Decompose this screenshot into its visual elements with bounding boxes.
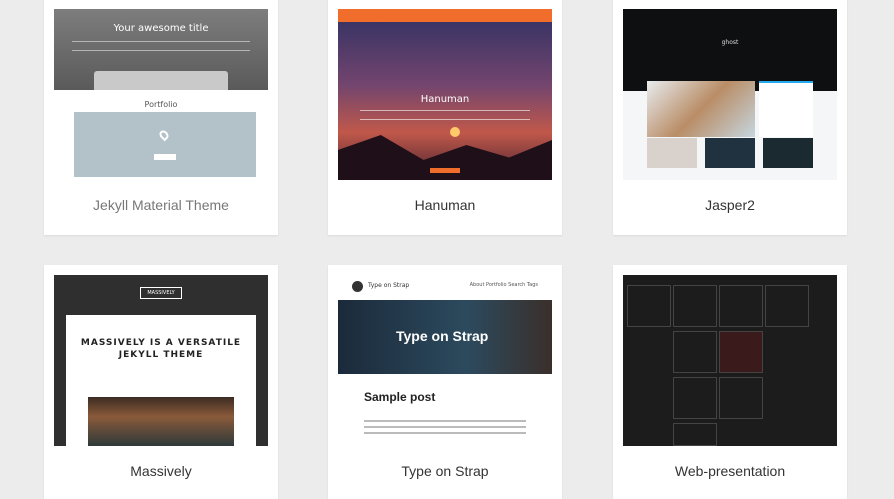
- preview-slide: [719, 377, 763, 419]
- preview-post-thumb: [763, 138, 813, 168]
- preview-forest-image: [88, 397, 234, 446]
- preview-navbar: [338, 9, 552, 22]
- preview-heading: MASSIVELY IS A VERSATILE JEKYLL THEME: [80, 338, 242, 360]
- theme-preview-image[interactable]: ghost: [623, 9, 837, 180]
- theme-preview-image[interactable]: Your awesome title Portfolio: [54, 9, 268, 180]
- preview-hero: Your awesome title: [54, 9, 268, 90]
- sun-shape: [450, 127, 460, 137]
- preview-banner-title: Type on Strap: [396, 328, 489, 344]
- preview-slide-grid: [623, 275, 837, 446]
- theme-preview-image[interactable]: Type on Strap About Portfolio Search Tag…: [338, 275, 552, 446]
- preview-title: Hanuman: [420, 94, 470, 105]
- preview-brand: Type on Strap: [368, 282, 410, 289]
- preview-landscape: Hanuman: [338, 22, 552, 180]
- preview-nav: About Portfolio Search Tags: [469, 282, 538, 288]
- map-pin-icon: [157, 128, 171, 142]
- preview-title: Your awesome title: [113, 23, 209, 34]
- preview-welcome-card: [759, 81, 813, 137]
- theme-name[interactable]: Jekyll Material Theme: [44, 197, 278, 213]
- preview-slide: [719, 331, 763, 373]
- triangle-logo-icon: [352, 281, 363, 292]
- preview-text-line: [364, 432, 526, 434]
- preview-project-box: [74, 112, 256, 177]
- preview-logo: MASSIVELY: [140, 287, 182, 299]
- theme-preview-image[interactable]: Hanuman: [338, 9, 552, 180]
- preview-slide: [673, 331, 717, 373]
- preview-text-line: [364, 426, 526, 428]
- preview-banner: Type on Strap: [338, 300, 552, 374]
- preview-brand: ghost: [721, 39, 739, 46]
- theme-card-massively[interactable]: MASSIVELY MASSIVELY IS A VERSATILE JEKYL…: [44, 265, 278, 499]
- theme-card-type-on-strap[interactable]: Type on Strap About Portfolio Search Tag…: [328, 265, 562, 499]
- theme-name[interactable]: Jasper2: [613, 197, 847, 213]
- preview-post: Sample post: [338, 374, 552, 446]
- preview-subtitle: [360, 110, 530, 120]
- preview-slide: [765, 285, 809, 327]
- preview-portfolio-section: Portfolio: [54, 90, 268, 180]
- preview-slide: [627, 285, 671, 327]
- preview-slide: [673, 377, 717, 419]
- theme-preview-image[interactable]: MASSIVELY MASSIVELY IS A VERSATILE JEKYL…: [54, 275, 268, 446]
- preview-section-title: Portfolio: [144, 100, 178, 109]
- preview-button: [430, 168, 460, 173]
- laptop-image: [94, 71, 228, 90]
- theme-card-jekyll-material[interactable]: Your awesome title Portfolio Jekyll Mate…: [44, 0, 278, 235]
- preview-post-thumb: [647, 138, 697, 168]
- theme-name[interactable]: Hanuman: [328, 197, 562, 213]
- preview-slide: [673, 423, 717, 446]
- theme-name[interactable]: Massively: [44, 463, 278, 479]
- preview-content: MASSIVELY IS A VERSATILE JEKYLL THEME: [66, 315, 256, 446]
- theme-card-web-presentation[interactable]: Web-presentation: [613, 265, 847, 499]
- theme-card-jasper2[interactable]: ghost Jasper2: [613, 0, 847, 235]
- theme-name[interactable]: Type on Strap: [328, 463, 562, 479]
- theme-card-hanuman[interactable]: Hanuman Hanuman: [328, 0, 562, 235]
- preview-description: [72, 41, 250, 51]
- preview-slide: [673, 285, 717, 327]
- preview-post-thumb: [705, 138, 755, 168]
- preview-feature-image: [647, 81, 755, 137]
- preview-text-line: [364, 420, 526, 422]
- theme-name[interactable]: Web-presentation: [613, 463, 847, 479]
- preview-button: [154, 154, 176, 160]
- preview-header: Type on Strap About Portfolio Search Tag…: [338, 275, 552, 300]
- preview-header: ghost: [623, 9, 837, 91]
- preview-post-title: Sample post: [364, 390, 436, 404]
- preview-post-grid: [623, 81, 837, 180]
- theme-preview-image[interactable]: [623, 275, 837, 446]
- preview-slide: [719, 285, 763, 327]
- preview-page: MASSIVELY MASSIVELY IS A VERSATILE JEKYL…: [54, 275, 268, 446]
